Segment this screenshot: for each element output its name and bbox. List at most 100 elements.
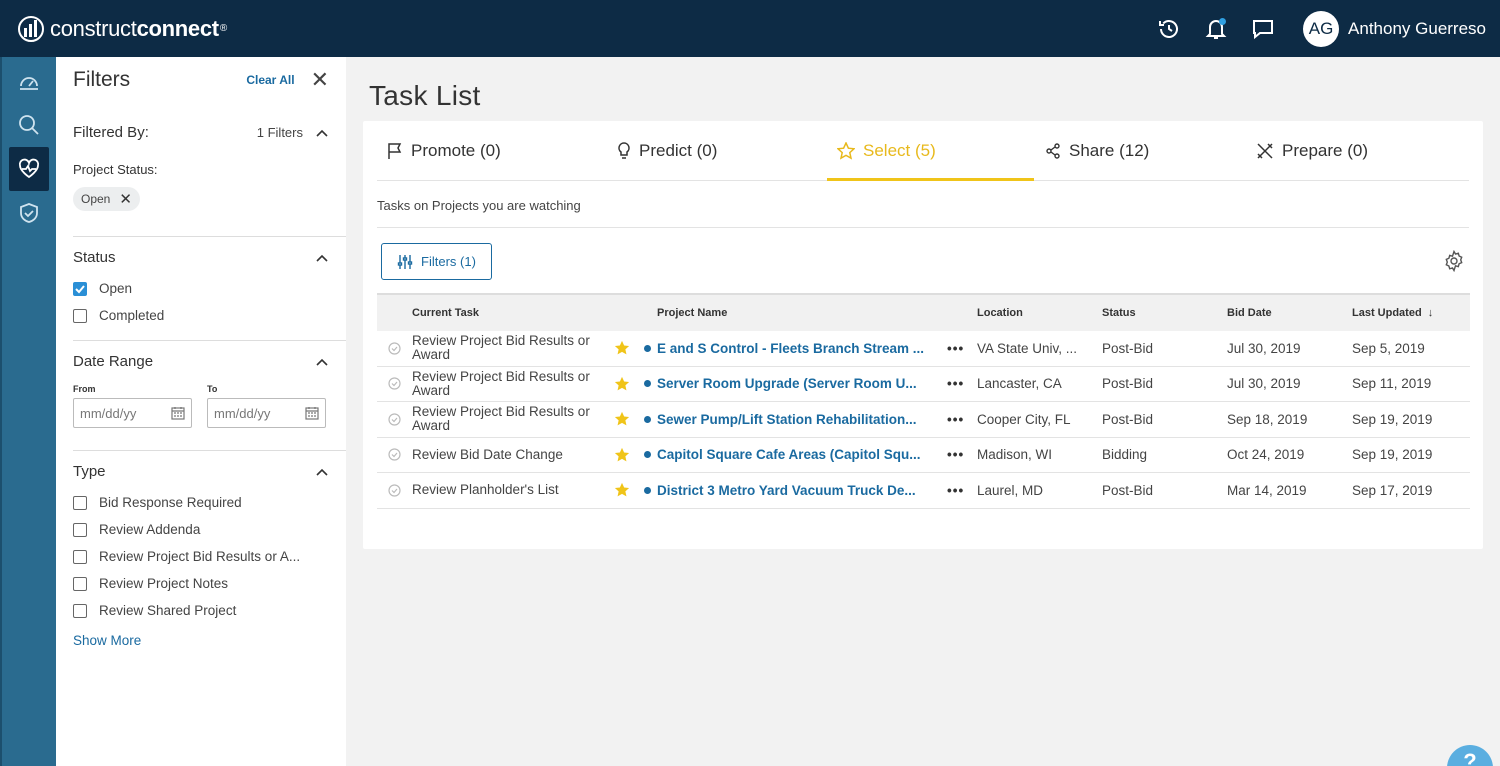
flag-icon [387, 142, 403, 160]
row-project-link[interactable]: Capitol Square Cafe Areas (Capitol Squ..… [657, 447, 947, 462]
notifications-bell-icon[interactable] [1201, 14, 1231, 44]
checkbox-checked[interactable] [73, 281, 87, 296]
gear-icon[interactable] [1443, 249, 1465, 277]
row-project-link[interactable]: Sewer Pump/Lift Station Rehabilitation..… [657, 412, 947, 427]
brand-registered-mark: ® [219, 23, 227, 34]
complete-check-icon[interactable] [377, 342, 412, 355]
table-row[interactable]: Review Project Bid Results or Award Sewe… [377, 402, 1470, 438]
share-icon [1045, 143, 1061, 159]
table-row[interactable]: Review Bid Date Change Capitol Square Ca… [377, 438, 1470, 473]
status-dot-icon [637, 344, 657, 352]
checkbox[interactable] [73, 549, 87, 564]
star-icon [837, 142, 855, 160]
help-button[interactable]: ? [1447, 745, 1493, 766]
row-project-link[interactable]: E and S Control - Fleets Branch Stream .… [657, 341, 947, 356]
task-list-card: Promote (0) Predict (0) Select (5) Share… [363, 121, 1483, 549]
complete-check-icon[interactable] [377, 484, 412, 497]
calendar-icon[interactable] [171, 406, 185, 420]
more-options-icon[interactable]: ••• [947, 376, 977, 391]
row-location: Madison, WI [977, 447, 1053, 463]
star-filled-icon[interactable] [607, 411, 637, 427]
complete-check-icon[interactable] [377, 413, 412, 426]
task-table: Current Task Project Name Location Statu… [377, 293, 1470, 509]
row-location: Cooper City, FL [977, 411, 1071, 427]
type-option[interactable]: Review Project Notes [73, 570, 329, 597]
nav-dashboard[interactable] [2, 59, 56, 103]
complete-check-icon[interactable] [377, 448, 412, 461]
brand-name-bold: connect [136, 15, 220, 41]
shield-check-icon [20, 203, 38, 223]
user-avatar[interactable]: AG [1303, 10, 1340, 47]
project-status-label: Project Status: [73, 162, 158, 177]
row-status: Post-Bid [1102, 376, 1154, 392]
show-more-link[interactable]: Show More [73, 633, 329, 648]
type-option[interactable]: Review Project Bid Results or A... [73, 543, 329, 570]
tab-prepare[interactable]: Prepare (0) [1256, 121, 1368, 181]
chevron-up-icon[interactable] [315, 126, 329, 140]
more-options-icon[interactable]: ••• [947, 412, 977, 427]
close-filters-icon[interactable]: ✕ [311, 69, 329, 91]
more-options-icon[interactable]: ••• [947, 483, 977, 498]
checkbox[interactable] [73, 495, 87, 510]
row-project-link[interactable]: Server Room Upgrade (Server Room U... [657, 376, 947, 391]
checkbox[interactable] [73, 576, 87, 591]
row-status: Post-Bid [1102, 482, 1154, 498]
checkbox[interactable] [73, 308, 87, 323]
status-option-open[interactable]: Open [73, 275, 329, 302]
column-header-current-task[interactable]: Current Task [412, 306, 607, 320]
filter-count: 1 Filters [256, 125, 303, 140]
star-filled-icon[interactable] [607, 340, 637, 356]
row-status: Post-Bid [1102, 411, 1154, 427]
chevron-up-icon[interactable] [315, 355, 329, 369]
divider [73, 340, 346, 341]
from-date-input[interactable]: mm/dd/yy [73, 398, 192, 428]
table-row[interactable]: Review Planholder's List District 3 Metr… [377, 473, 1470, 509]
table-row[interactable]: Review Project Bid Results or Award E an… [377, 331, 1470, 367]
complete-check-icon[interactable] [377, 377, 412, 390]
more-options-icon[interactable]: ••• [947, 341, 977, 356]
clear-all-link[interactable]: Clear All [246, 73, 294, 87]
calendar-icon[interactable] [305, 406, 319, 420]
column-header-bid-date[interactable]: Bid Date [1227, 307, 1352, 319]
type-option[interactable]: Review Shared Project [73, 597, 329, 624]
nav-verified[interactable] [2, 191, 56, 235]
chevron-up-icon[interactable] [315, 465, 329, 479]
checkbox[interactable] [73, 603, 87, 618]
nav-search[interactable] [2, 103, 56, 147]
more-options-icon[interactable]: ••• [947, 447, 977, 462]
table-row[interactable]: Review Project Bid Results or Award Serv… [377, 367, 1470, 402]
chevron-up-icon[interactable] [315, 251, 329, 265]
filters-title: Filters [73, 68, 131, 91]
tab-select[interactable]: Select (5) [837, 121, 936, 181]
type-option[interactable]: Review Addenda [73, 516, 329, 543]
type-option[interactable]: Bid Response Required [73, 489, 329, 516]
star-filled-icon[interactable] [607, 447, 637, 463]
row-last-updated: Sep 19, 2019 [1352, 411, 1433, 427]
lightbulb-icon [617, 142, 631, 160]
column-header-last-updated[interactable]: Last Updated ↓ [1352, 307, 1470, 319]
star-filled-icon[interactable] [607, 482, 637, 498]
remove-filter-icon[interactable]: ✕ [119, 190, 132, 208]
tab-promote[interactable]: Promote (0) [387, 121, 501, 181]
history-icon[interactable] [1154, 14, 1184, 44]
row-project-link[interactable]: District 3 Metro Yard Vacuum Truck De... [657, 483, 947, 498]
column-header-project-name[interactable]: Project Name [657, 307, 947, 319]
status-option-label: Open [99, 281, 133, 296]
type-option-label: Review Shared Project [99, 603, 237, 618]
row-current-task: Review Planholder's List [412, 482, 559, 498]
brand-logo[interactable]: construct connect ® [16, 14, 227, 44]
status-option-completed[interactable]: Completed [73, 302, 329, 329]
star-filled-icon[interactable] [607, 376, 637, 392]
nav-tasks[interactable] [9, 147, 49, 191]
tab-predict[interactable]: Predict (0) [617, 121, 717, 181]
chat-icon[interactable] [1248, 14, 1278, 44]
column-header-status[interactable]: Status [1102, 307, 1227, 319]
filters-button[interactable]: Filters (1) [381, 243, 492, 280]
row-current-task: Review Project Bid Results or Award [412, 368, 590, 398]
to-date-input[interactable]: mm/dd/yy [207, 398, 326, 428]
user-name[interactable]: Anthony Guerreso [1348, 19, 1486, 39]
column-header-location[interactable]: Location [977, 307, 1102, 319]
checkbox[interactable] [73, 522, 87, 537]
tab-share[interactable]: Share (12) [1045, 121, 1149, 181]
type-option-label: Review Project Notes [99, 576, 229, 591]
